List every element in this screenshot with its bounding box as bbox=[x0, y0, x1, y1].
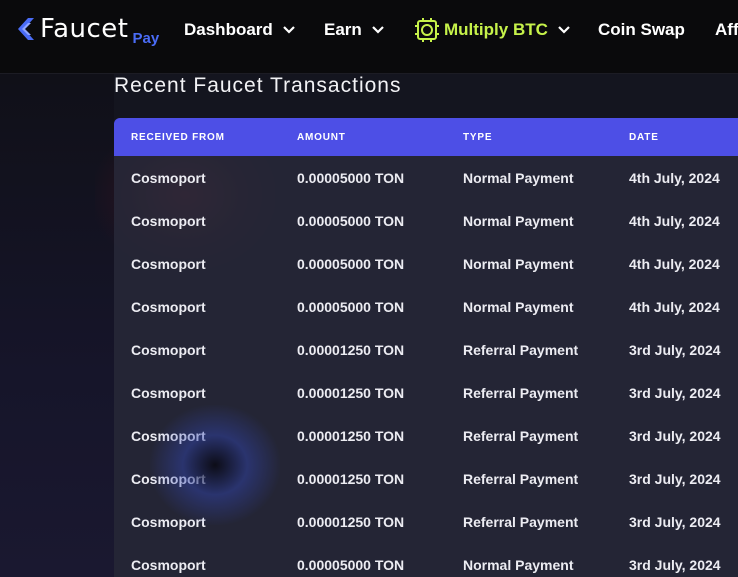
page-background bbox=[0, 74, 114, 577]
nav-earn-label: Earn bbox=[324, 20, 362, 39]
table-row: Cosmoport 0.00005000 TON Normal Payment … bbox=[114, 543, 738, 577]
cell-amount: 0.00001250 TON bbox=[297, 514, 405, 530]
nav-multiply-btc-label: Multiply BTC bbox=[444, 20, 548, 39]
cell-date: 3rd July, 2024 bbox=[629, 514, 721, 530]
top-navbar: Faucet Pay Dashboard Earn Multiply BTC C… bbox=[0, 0, 738, 74]
logo-text: Faucet bbox=[40, 14, 129, 44]
cell-amount: 0.00001250 TON bbox=[297, 471, 405, 487]
column-header-amount: AMOUNT bbox=[297, 132, 346, 143]
cell-received-from: Cosmoport bbox=[131, 342, 206, 358]
table-row: Cosmoport 0.00001250 TON Referral Paymen… bbox=[114, 457, 738, 500]
cell-type: Referral Payment bbox=[463, 471, 579, 487]
cell-date: 3rd July, 2024 bbox=[629, 471, 721, 487]
cell-date: 3rd July, 2024 bbox=[629, 428, 721, 444]
cell-type: Normal Payment bbox=[463, 299, 574, 315]
cell-received-from: Cosmoport bbox=[131, 471, 206, 487]
cell-date: 3rd July, 2024 bbox=[629, 557, 721, 573]
cell-type: Referral Payment bbox=[463, 514, 579, 530]
cell-date: 4th July, 2024 bbox=[629, 256, 720, 272]
column-header-date: DATE bbox=[629, 132, 659, 143]
cell-received-from: Cosmoport bbox=[131, 170, 206, 186]
cell-type: Referral Payment bbox=[463, 385, 579, 401]
cell-amount: 0.00005000 TON bbox=[297, 213, 405, 229]
cell-received-from: Cosmoport bbox=[131, 557, 206, 573]
cell-amount: 0.00001250 TON bbox=[297, 428, 405, 444]
cell-received-from: Cosmoport bbox=[131, 299, 206, 315]
table-row: Cosmoport 0.00005000 TON Normal Payment … bbox=[114, 156, 738, 199]
cell-received-from: Cosmoport bbox=[131, 256, 206, 272]
nav-earn[interactable]: Earn bbox=[324, 20, 384, 40]
cell-received-from: Cosmoport bbox=[131, 385, 206, 401]
cell-amount: 0.00001250 TON bbox=[297, 385, 405, 401]
cell-received-from: Cosmoport bbox=[131, 213, 206, 229]
nav-multiply-btc[interactable]: Multiply BTC bbox=[415, 18, 570, 42]
cell-type: Normal Payment bbox=[463, 256, 574, 272]
nav-coin-swap[interactable]: Coin Swap bbox=[598, 20, 685, 40]
page-title: Recent Faucet Transactions bbox=[114, 74, 402, 97]
cell-date: 4th July, 2024 bbox=[629, 170, 720, 186]
logo-subtext: Pay bbox=[132, 30, 160, 47]
table-row: Cosmoport 0.00001250 TON Referral Paymen… bbox=[114, 371, 738, 414]
cell-date: 4th July, 2024 bbox=[629, 299, 720, 315]
table-row: Cosmoport 0.00005000 TON Normal Payment … bbox=[114, 242, 738, 285]
table-row: Cosmoport 0.00005000 TON Normal Payment … bbox=[114, 285, 738, 328]
cell-amount: 0.00005000 TON bbox=[297, 170, 405, 186]
cell-type: Normal Payment bbox=[463, 213, 574, 229]
cell-amount: 0.00005000 TON bbox=[297, 299, 405, 315]
cell-amount: 0.00005000 TON bbox=[297, 256, 405, 272]
chevron-down-icon bbox=[372, 26, 384, 34]
cell-date: 3rd July, 2024 bbox=[629, 385, 721, 401]
chevron-down-icon bbox=[283, 26, 295, 34]
transactions-table: RECEIVED FROM AMOUNT TYPE DATE Cosmoport… bbox=[114, 118, 738, 577]
nav-dashboard[interactable]: Dashboard bbox=[184, 20, 295, 40]
nav-dashboard-label: Dashboard bbox=[184, 20, 273, 39]
cell-amount: 0.00001250 TON bbox=[297, 342, 405, 358]
cell-date: 4th July, 2024 bbox=[629, 213, 720, 229]
cell-type: Normal Payment bbox=[463, 170, 574, 186]
table-row: Cosmoport 0.00001250 TON Referral Paymen… bbox=[114, 328, 738, 371]
cell-amount: 0.00005000 TON bbox=[297, 557, 405, 573]
column-header-received-from: RECEIVED FROM bbox=[131, 132, 225, 143]
nav-coin-swap-label: Coin Swap bbox=[598, 20, 685, 39]
cell-type: Referral Payment bbox=[463, 342, 579, 358]
faucetpay-logo-icon bbox=[18, 18, 34, 40]
chevron-down-icon bbox=[558, 26, 570, 34]
table-row: Cosmoport 0.00001250 TON Referral Paymen… bbox=[114, 414, 738, 457]
cell-type: Normal Payment bbox=[463, 557, 574, 573]
table-row: Cosmoport 0.00005000 TON Normal Payment … bbox=[114, 199, 738, 242]
cell-received-from: Cosmoport bbox=[131, 514, 206, 530]
cell-received-from: Cosmoport bbox=[131, 428, 206, 444]
nav-affiliate[interactable]: Aff bbox=[715, 20, 738, 40]
table-header: RECEIVED FROM AMOUNT TYPE DATE bbox=[114, 118, 738, 156]
column-header-type: TYPE bbox=[463, 132, 493, 143]
faucetpay-logo[interactable]: Faucet Pay bbox=[18, 12, 159, 46]
cell-date: 3rd July, 2024 bbox=[629, 342, 721, 358]
nav-affiliate-label: Aff bbox=[715, 20, 738, 39]
cell-type: Referral Payment bbox=[463, 428, 579, 444]
table-row: Cosmoport 0.00001250 TON Referral Paymen… bbox=[114, 500, 738, 543]
bitcoin-chip-icon bbox=[415, 18, 439, 42]
